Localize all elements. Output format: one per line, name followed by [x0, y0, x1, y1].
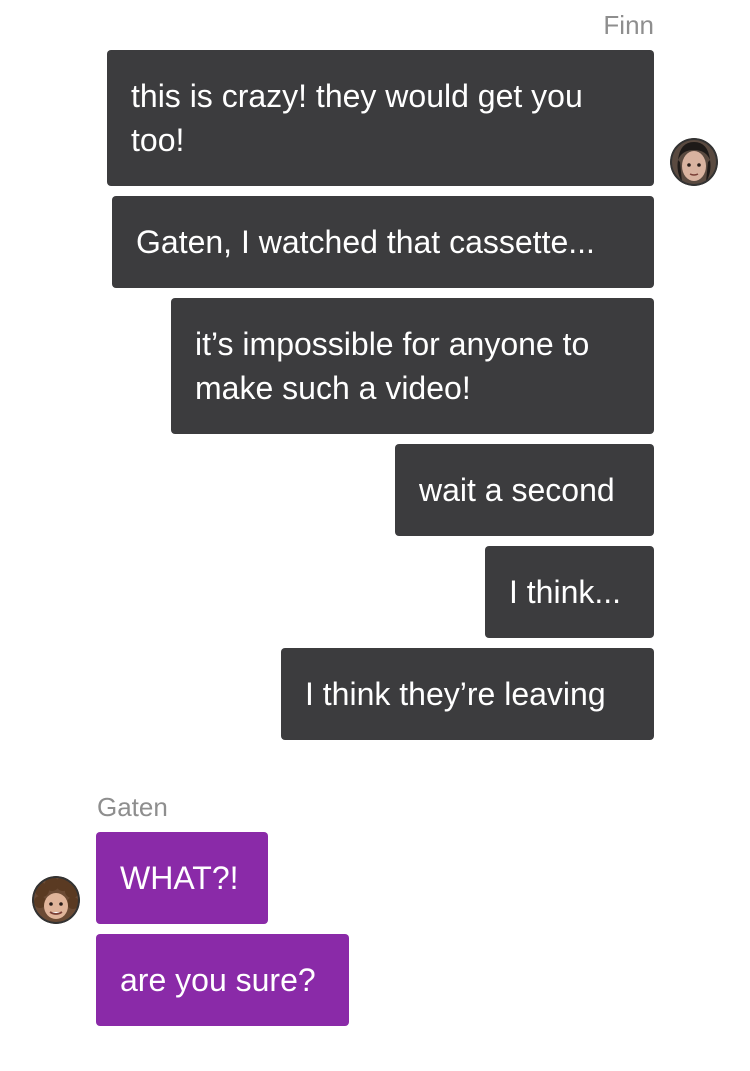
message-bubble[interactable]: are you sure?	[96, 934, 349, 1026]
chat-thread: Finn this is crazy! they would get you t…	[0, 0, 750, 1071]
message-bubble[interactable]: this is crazy! they would get you too!	[107, 50, 654, 186]
message-bubble[interactable]: I think they’re leaving	[281, 648, 654, 740]
sender-name-gaten: Gaten	[97, 792, 168, 822]
message-bubble[interactable]: wait a second	[395, 444, 654, 536]
message-bubble[interactable]: Gaten, I watched that cassette...	[112, 196, 654, 288]
message-bubble[interactable]: I think...	[485, 546, 654, 638]
sender-name-finn: Finn	[603, 10, 654, 40]
gaten-avatar[interactable]	[32, 876, 80, 924]
finn-avatar[interactable]	[670, 138, 718, 186]
message-bubble[interactable]: WHAT?!	[96, 832, 268, 924]
message-bubble[interactable]: it’s impossible for anyone to make such …	[171, 298, 654, 434]
